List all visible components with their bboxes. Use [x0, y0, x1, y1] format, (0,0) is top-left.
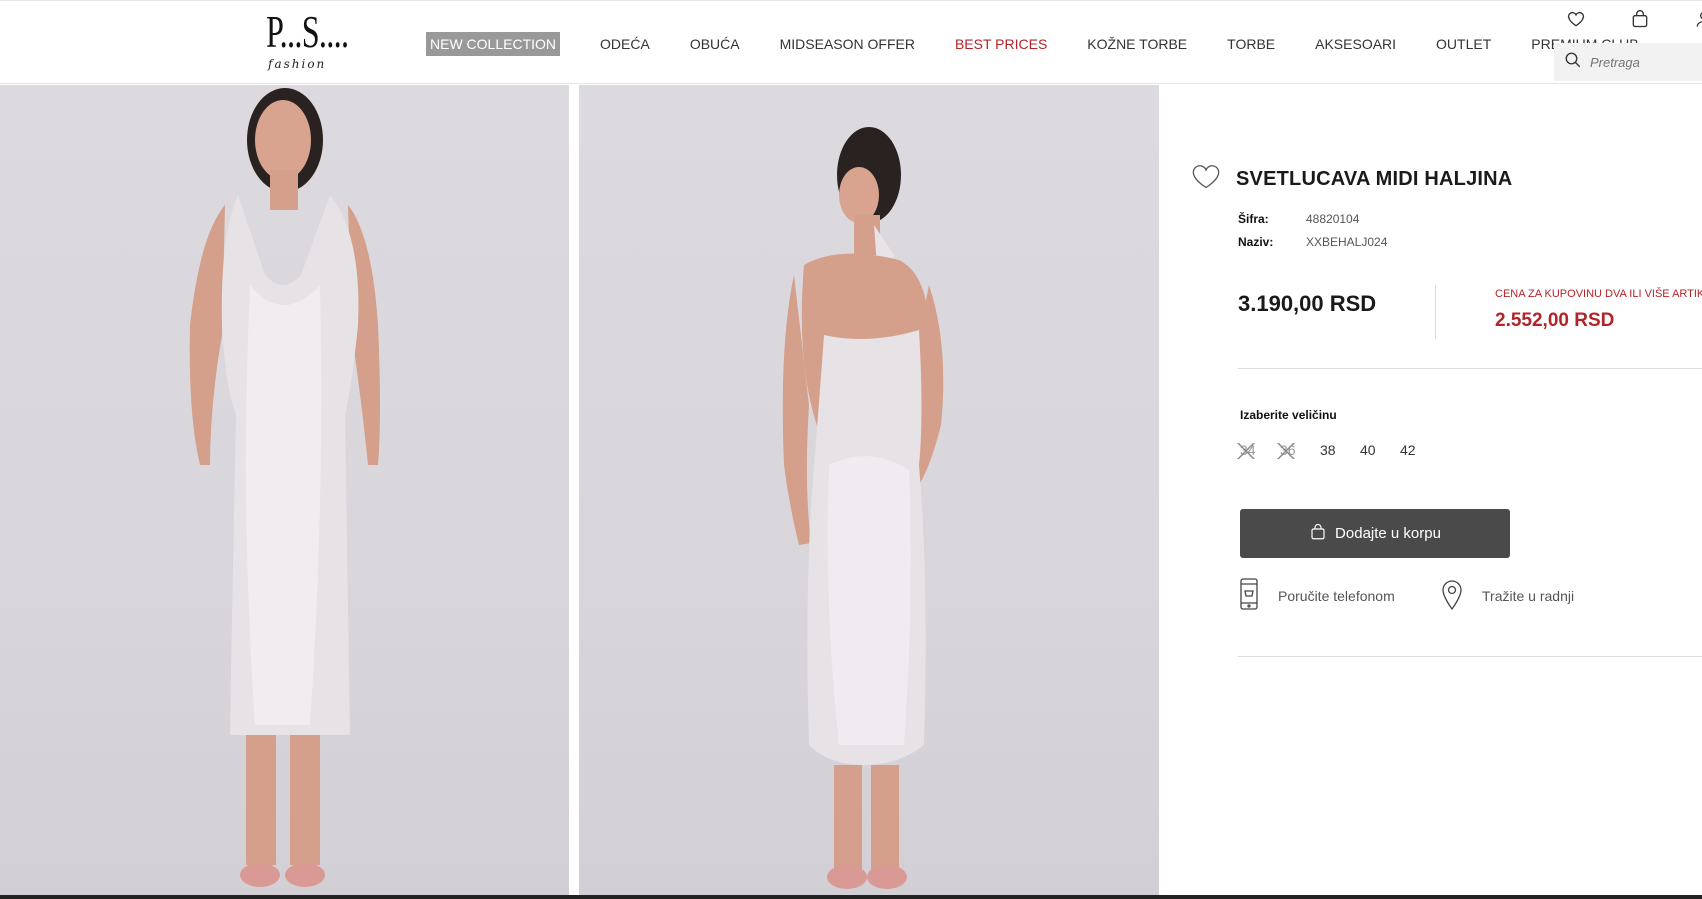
size-option-34: 34 [1237, 442, 1278, 459]
nav-midseason-offer[interactable]: MIDSEASON OFFER [780, 32, 915, 56]
site-logo[interactable]: P...S.... fashion [262, 7, 352, 75]
phone-icon [1238, 578, 1260, 613]
location-pin-icon [1440, 578, 1464, 613]
product-photo-front[interactable] [0, 85, 569, 895]
bag-icon [1309, 522, 1327, 546]
bottom-bar [0, 895, 1702, 899]
site-header: P...S.... fashion NEW COLLECTION ODEĆA O… [0, 0, 1702, 84]
name-value: XXBEHALJ024 [1306, 235, 1388, 249]
sku-value: 48820104 [1306, 212, 1360, 226]
divider [1238, 656, 1702, 657]
logo-text: P...S.... [266, 6, 349, 57]
promo-price: 2.552,00 RSD [1495, 310, 1615, 331]
user-icon[interactable] [1694, 9, 1702, 29]
add-to-cart-label: Dodajte u korpu [1335, 525, 1441, 542]
main-nav: NEW COLLECTION ODEĆA OBUĆA MIDSEASON OFF… [426, 32, 1679, 56]
product-photo-back[interactable] [579, 85, 1159, 895]
search-input[interactable] [1590, 54, 1690, 70]
nav-new-collection[interactable]: NEW COLLECTION [426, 32, 561, 56]
promo-label: CENA ZA KUPOVINU DVA ILI VIŠE ARTIKA [1495, 288, 1702, 300]
product-title: SVETLUCAVA MIDI HALJINA [1236, 168, 1513, 190]
size-option-36: 36 [1277, 442, 1318, 459]
price-divider [1435, 285, 1436, 339]
product-sku-row: Šifra: 48820104 [1238, 212, 1359, 226]
size-selector: 34 36 38 40 42 [1237, 442, 1438, 459]
divider [1238, 368, 1702, 369]
product-price: 3.190,00 RSD [1238, 291, 1377, 316]
search-box[interactable] [1554, 43, 1702, 81]
search-icon[interactable] [1564, 51, 1582, 74]
header-icons [1566, 9, 1702, 29]
find-in-store-link[interactable]: Tražite u radnji [1440, 578, 1574, 613]
order-by-phone-label: Poručite telefonom [1278, 587, 1395, 604]
nav-torbe[interactable]: TORBE [1227, 32, 1275, 56]
nav-odeca[interactable]: ODEĆA [600, 32, 650, 56]
nav-best-prices[interactable]: BEST PRICES [955, 32, 1047, 56]
name-label: Naziv: [1238, 235, 1274, 249]
nav-outlet[interactable]: OUTLET [1436, 32, 1491, 56]
size-option-38[interactable]: 38 [1318, 442, 1358, 458]
product-name-row: Naziv: XXBEHALJ024 [1238, 235, 1387, 249]
size-option-42[interactable]: 42 [1398, 442, 1438, 458]
nav-obuca[interactable]: OBUĆA [690, 32, 740, 56]
size-label: Izaberite veličinu [1240, 408, 1337, 422]
bag-icon[interactable] [1630, 9, 1650, 29]
order-by-phone-link[interactable]: Poručite telefonom [1238, 578, 1395, 613]
sku-label: Šifra: [1238, 212, 1269, 226]
add-to-cart-button[interactable]: Dodajte u korpu [1240, 509, 1510, 558]
product-gallery [0, 85, 1160, 895]
nav-kozne-torbe[interactable]: KOŽNE TORBE [1087, 32, 1187, 56]
wishlist-heart-icon[interactable] [1192, 164, 1220, 195]
nav-aksesoari[interactable]: AKSESOARI [1315, 32, 1396, 56]
logo-subtext: fashion [268, 57, 327, 71]
size-option-40[interactable]: 40 [1358, 442, 1398, 458]
find-in-store-label: Tražite u radnji [1482, 587, 1575, 604]
heart-icon[interactable] [1566, 9, 1586, 29]
